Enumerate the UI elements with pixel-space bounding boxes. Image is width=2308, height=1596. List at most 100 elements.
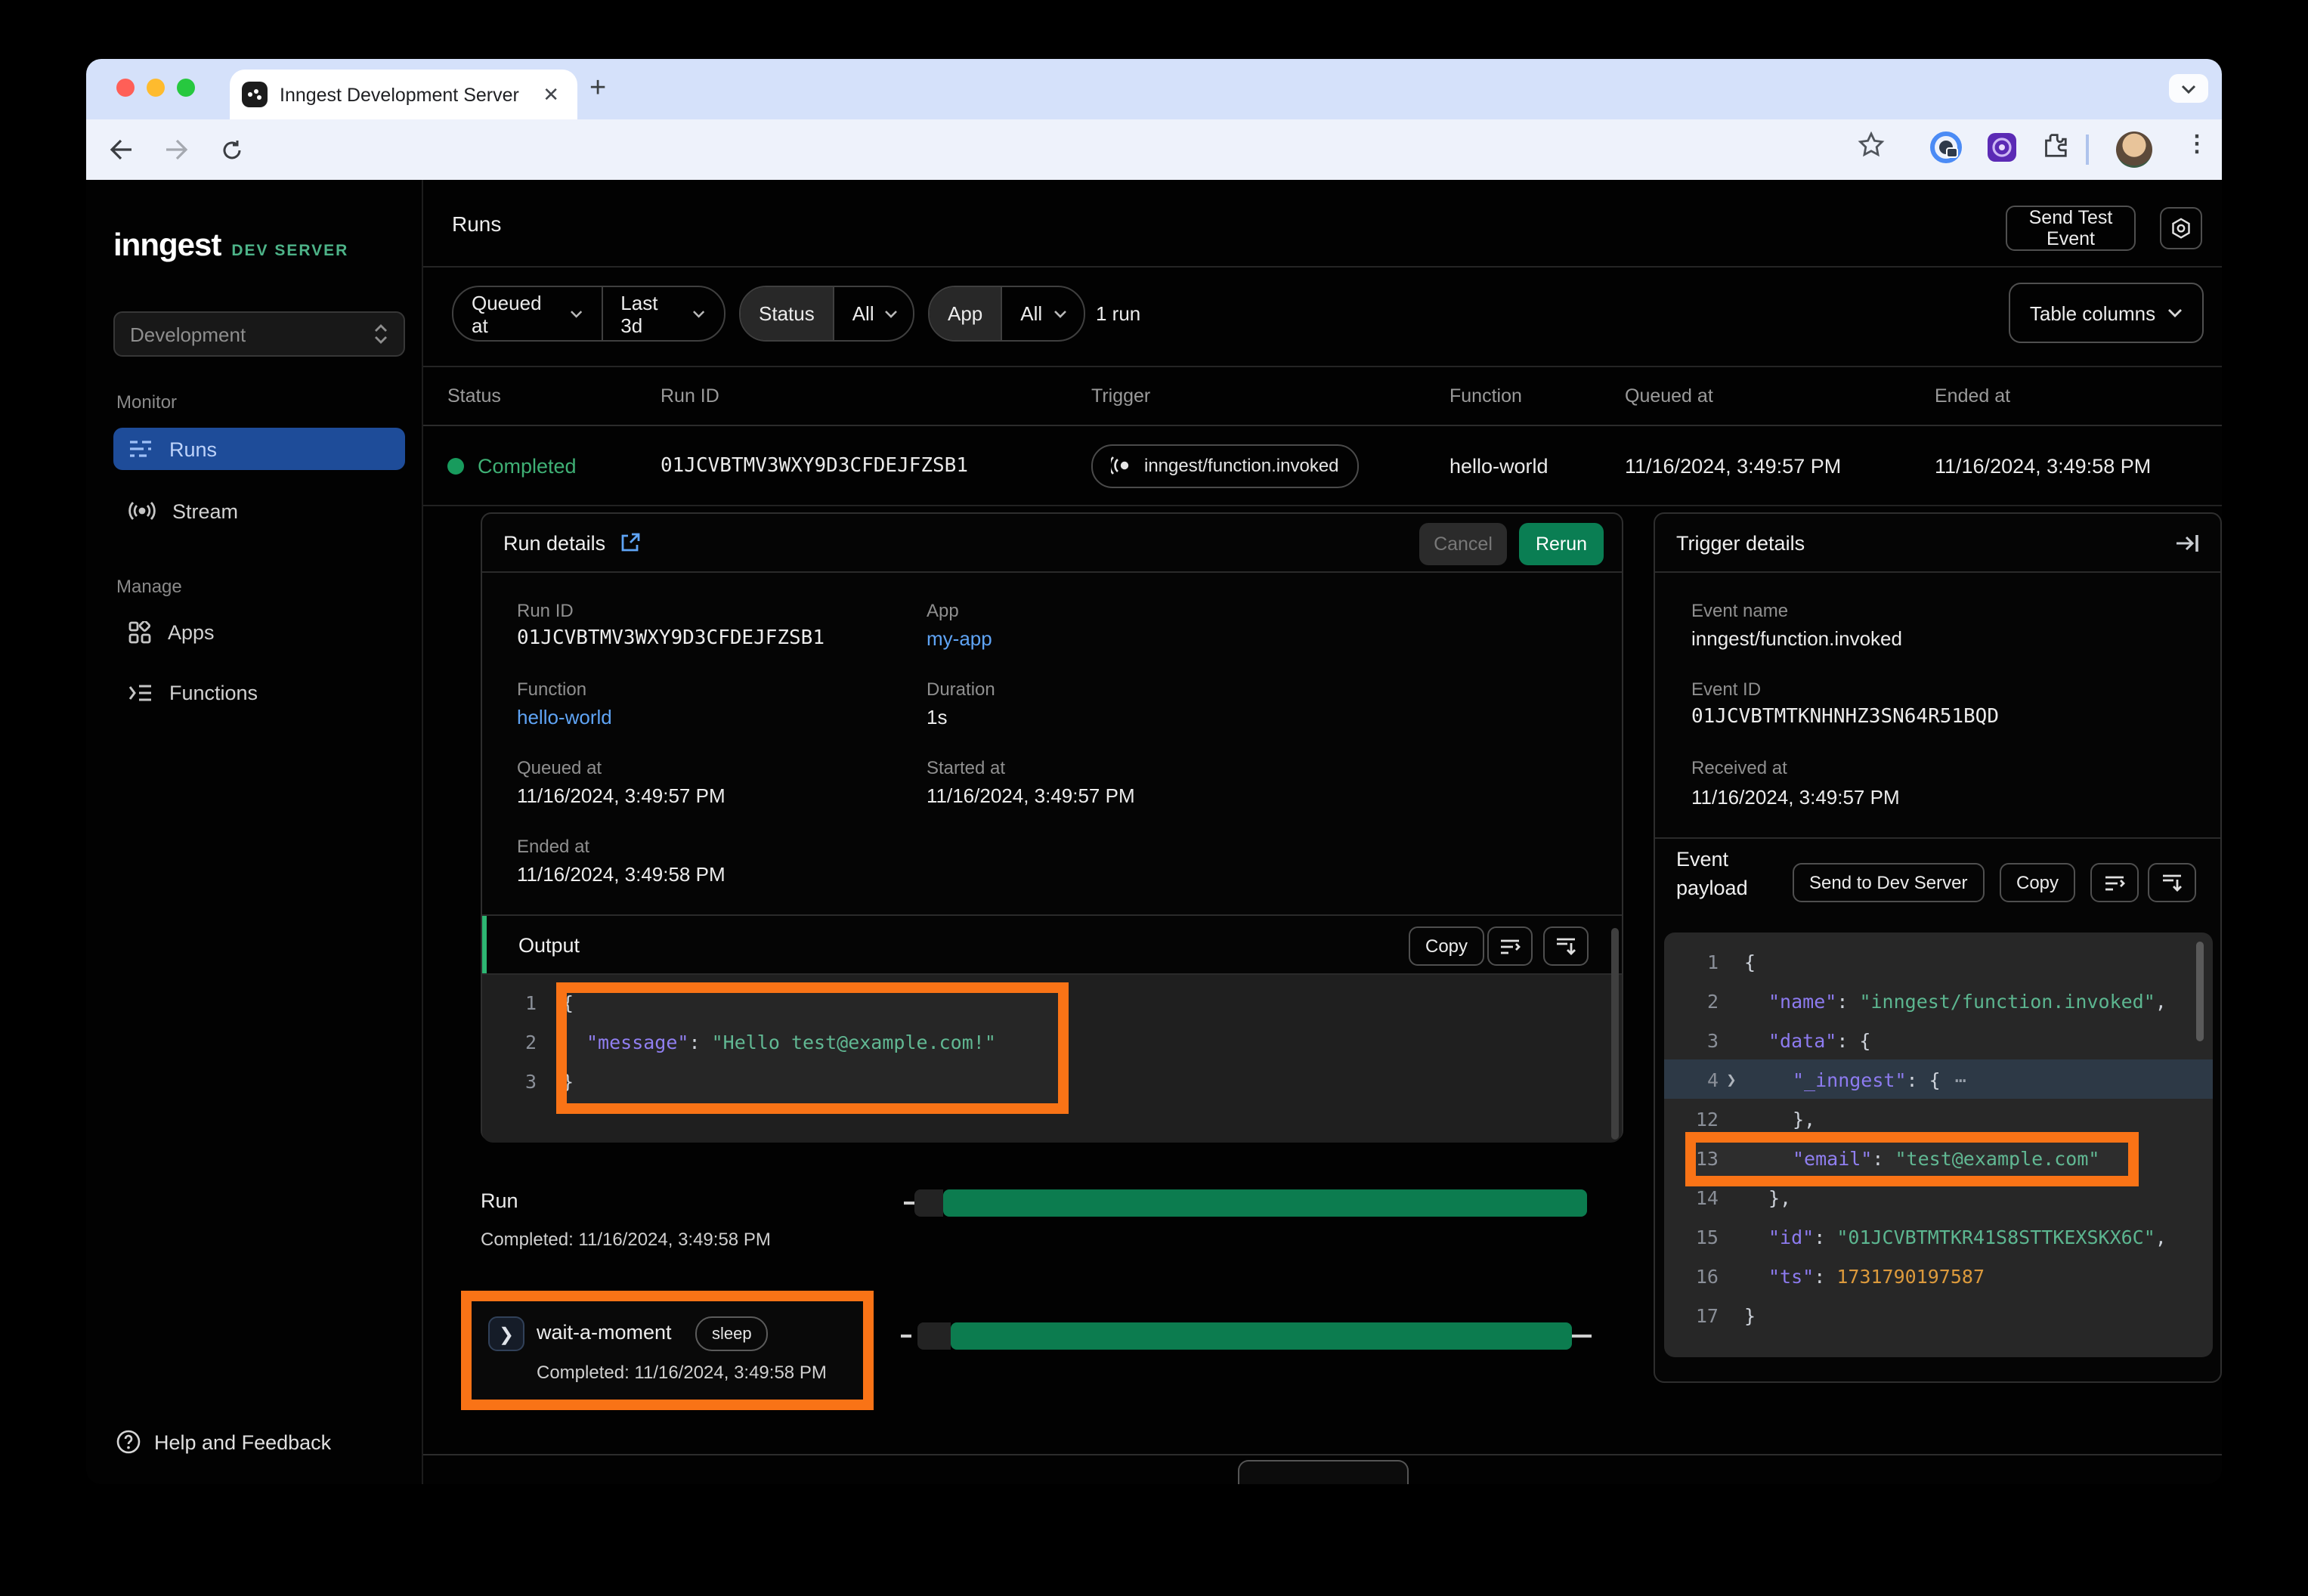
run-count: 1 run — [1096, 302, 1140, 325]
settings-button[interactable] — [2160, 207, 2202, 249]
time-range-select[interactable]: Last 3d — [602, 287, 724, 340]
tab-search-button[interactable] — [2169, 74, 2208, 103]
app-filter-value[interactable]: All — [1002, 287, 1084, 340]
page-header: Runs Send Test Event — [423, 180, 2222, 268]
browser-menu-icon[interactable]: ⋮ — [2186, 130, 2208, 157]
apps-icon — [128, 620, 151, 643]
code-line-4[interactable]: 4❯"_inngest": { ⋯ — [1664, 1059, 2213, 1099]
app-filter[interactable]: App All — [928, 286, 1085, 342]
trigger-pill[interactable]: inngest/function.invoked — [1091, 444, 1359, 487]
page-title: Runs — [452, 212, 501, 236]
functions-icon — [128, 682, 153, 702]
table-columns-button[interactable]: Table columns — [2009, 283, 2204, 343]
maximize-window-button[interactable] — [177, 79, 195, 97]
status-filter-value[interactable]: All — [834, 287, 914, 340]
browser-window: Inngest Development Server ✕ + localhost… — [86, 59, 2222, 1484]
runs-icon — [128, 438, 153, 459]
close-window-button[interactable] — [116, 79, 135, 97]
scroll-to-bottom-icon[interactable] — [2148, 863, 2196, 902]
code-line-1: 1{ — [1664, 942, 2213, 981]
chevron-down-icon — [2181, 84, 2196, 93]
minimize-window-button[interactable] — [147, 79, 165, 97]
chevron-down-icon — [570, 309, 583, 318]
column-header-trigger[interactable]: Trigger — [1091, 385, 1449, 407]
help-label: Help and Feedback — [154, 1431, 331, 1453]
column-header-ended-at[interactable]: Ended at — [1935, 385, 2222, 407]
time-range-value: Last 3d — [620, 291, 682, 336]
new-tab-button[interactable]: + — [589, 73, 606, 106]
time-field-select[interactable]: Queued at — [453, 287, 601, 340]
browser-tab[interactable]: Inngest Development Server ✕ — [230, 70, 577, 119]
external-link-icon[interactable] — [619, 532, 640, 553]
run-card-scrollbar[interactable] — [1611, 928, 1619, 1140]
function-link[interactable]: hello-world — [517, 706, 612, 728]
purple-extension-icon[interactable] — [1986, 131, 2018, 171]
column-header-status[interactable]: Status — [447, 385, 661, 407]
payload-divider — [1655, 837, 2220, 839]
app-link[interactable]: my-app — [927, 627, 992, 650]
expand-collapsed-icon[interactable]: ❯ — [1719, 1069, 1744, 1089]
line-number: 2 — [482, 1030, 537, 1053]
sidebar-item-apps[interactable]: Apps — [113, 611, 405, 653]
trigger-details-card: Trigger details Event name inngest/funct… — [1654, 512, 2222, 1383]
status-label-text: Status — [759, 302, 815, 325]
send-test-event-button[interactable]: Send Test Event — [2006, 206, 2136, 251]
word-wrap-icon[interactable] — [1487, 926, 1533, 966]
partially-visible-bottom-button[interactable] — [1238, 1460, 1409, 1484]
step-queue-segment — [917, 1322, 951, 1350]
chevron-down-icon — [2167, 308, 2183, 317]
column-header-function[interactable]: Function — [1449, 385, 1625, 407]
word-wrap-icon[interactable] — [2090, 863, 2139, 902]
output-section-header: Output Copy — [482, 914, 1622, 975]
run-duration-bar[interactable] — [943, 1189, 1587, 1217]
code-text: "_inngest": { ⋯ — [1744, 1068, 1969, 1090]
bookmark-star-icon[interactable] — [1858, 131, 1885, 166]
code-text: }, — [1744, 1186, 1791, 1208]
time-filter[interactable]: Queued at Last 3d — [452, 286, 726, 342]
help-and-feedback[interactable]: Help and Feedback — [116, 1430, 331, 1454]
reload-button[interactable] — [215, 133, 248, 166]
back-button[interactable] — [104, 133, 138, 166]
extensions-puzzle-icon[interactable] — [2042, 131, 2071, 168]
column-header-run-id[interactable]: Run ID — [661, 385, 1091, 407]
environment-select[interactable]: Development — [113, 311, 405, 357]
timeline-tick — [904, 1202, 914, 1205]
screenshot-root: Inngest Development Server ✕ + localhost… — [0, 0, 2308, 1596]
profile-avatar[interactable] — [2116, 131, 2152, 168]
ended-at-label: Ended at — [517, 836, 589, 857]
timeline-run-label[interactable]: Run — [481, 1189, 518, 1212]
toolbar-separator — [2086, 135, 2089, 165]
environment-value: Development — [130, 323, 373, 345]
cancel-button[interactable]: Cancel — [1419, 523, 1507, 565]
tab-close-icon[interactable]: ✕ — [537, 82, 565, 107]
code-text: } — [1744, 1304, 1756, 1326]
code-text: "ts": 1731790197587 — [1744, 1264, 1985, 1287]
sidebar: inngest DEV SERVER Development Monitor R… — [86, 180, 423, 1484]
payload-scrollbar[interactable] — [2196, 942, 2204, 1041]
line-number: 2 — [1664, 989, 1719, 1012]
event-payload-label: Event payload — [1676, 845, 1767, 902]
run-details-title: Run details — [503, 531, 605, 554]
event-id-value: 01JCVBTMTKNHNHZ3SN64R51BQD — [1691, 706, 1999, 728]
forward-button[interactable] — [160, 133, 193, 166]
run-queue-segment — [914, 1189, 943, 1217]
sidebar-item-runs[interactable]: Runs — [113, 428, 405, 470]
send-to-dev-server-button[interactable]: Send to Dev Server — [1793, 863, 1984, 902]
started-at-label: Started at — [927, 757, 1005, 778]
rerun-button[interactable]: Rerun — [1519, 523, 1604, 565]
sidebar-item-functions[interactable]: Functions — [113, 671, 405, 713]
column-header-queued-at[interactable]: Queued at — [1625, 385, 1935, 407]
password-manager-extension-icon[interactable] — [1930, 131, 1962, 171]
copy-output-button[interactable]: Copy — [1409, 926, 1484, 966]
started-at-value: 11/16/2024, 3:49:57 PM — [927, 784, 1135, 807]
dev-server-badge: DEV SERVER — [231, 242, 348, 260]
event-id-label: Event ID — [1691, 679, 1761, 700]
sidebar-item-stream[interactable]: Stream — [113, 490, 405, 532]
status-filter[interactable]: Status All — [739, 286, 914, 342]
output-accent-stripe — [482, 916, 487, 973]
copy-payload-button[interactable]: Copy — [2000, 863, 2075, 902]
step-duration-bar[interactable] — [951, 1322, 1572, 1350]
table-row[interactable]: Completed 01JCVBTMV3WXY9D3CFDEJFZSB1 inn… — [423, 426, 2222, 506]
collapse-panel-icon[interactable] — [2175, 533, 2199, 552]
scroll-to-bottom-icon[interactable] — [1543, 926, 1589, 966]
